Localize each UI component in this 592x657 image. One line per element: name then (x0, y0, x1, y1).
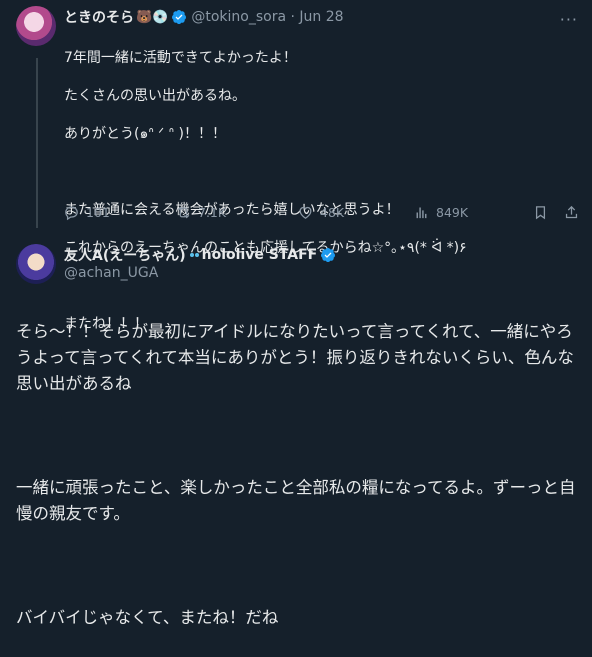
heart-icon (299, 206, 312, 219)
tweet-paragraph: 一緒に頑張ったこと、楽しかったこと全部私の糧になってるよ。ずーっと自慢の親友です… (16, 478, 576, 523)
tweet-line: たくさんの思い出があるね。 (64, 88, 246, 104)
tweet-paragraph: そら〜！！そらが最初にアイドルになりたいって言ってくれて、一緒にやろうよって言っ… (16, 322, 574, 393)
handle-and-date[interactable]: @tokino_sora · Jun 28 (191, 9, 343, 25)
like-button[interactable]: 48K (297, 204, 344, 221)
reply-button[interactable]: 101 (63, 204, 110, 221)
repost-button[interactable]: 7.1K (175, 204, 226, 221)
views-count: 849K (436, 204, 469, 220)
like-count: 48K (320, 204, 345, 220)
verified-badge-icon[interactable] (320, 247, 336, 263)
thread-connector-line (36, 58, 38, 228)
affiliation-logo-icon (189, 253, 199, 257)
tweet-text: そら〜！！そらが最初にアイドルになりたいって言ってくれて、一緒にやろうよって言っ… (16, 293, 581, 657)
share-icon (565, 205, 578, 218)
analytics-icon (416, 207, 427, 218)
handle[interactable]: @achan_UGA (64, 265, 158, 281)
tweet-line: ありがとう(๑ᐢ ᐟ ᐢ )！！！ (64, 126, 226, 142)
bookmark-icon (535, 205, 546, 219)
share-button[interactable] (563, 204, 580, 221)
tweet-actions: 101 7.1K 48K 849K (63, 202, 579, 222)
reply-count: 101 (86, 204, 110, 220)
avatar[interactable] (16, 244, 56, 284)
display-name[interactable]: ときのそら (64, 7, 134, 27)
repost-count: 7.1K (198, 204, 227, 220)
tweet-header: ときのそら 🐻💿 @tokino_sora · Jun 28 (64, 7, 344, 27)
name-emoji: 🐻💿 (136, 9, 169, 25)
avatar[interactable] (16, 6, 56, 46)
more-options-icon[interactable]: ··· (560, 10, 578, 29)
reply-icon (65, 206, 78, 220)
tweet-header: 友人A(えーちゃん) hololive STAFF (64, 245, 336, 265)
tweet-paragraph: バイバイじゃなくて、またね！だね (16, 608, 279, 627)
display-name[interactable]: 友人A(えーちゃん) (64, 245, 186, 265)
verified-badge-icon[interactable] (171, 9, 187, 25)
tweet-line: 7年間一緒に活動できてよかったよ！ (64, 50, 297, 66)
repost-icon (177, 206, 190, 218)
views-button[interactable]: 849K (413, 204, 468, 221)
bookmark-button[interactable] (532, 204, 549, 221)
affiliation-label[interactable]: hololive STAFF (202, 247, 318, 263)
